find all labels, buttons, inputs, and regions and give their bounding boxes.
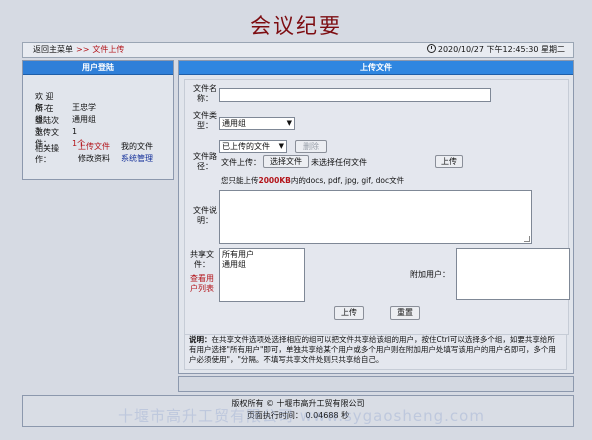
filename-input[interactable] [219,88,491,102]
file-upload-label: 文件上传： [221,158,261,167]
upload-form: 文件名称： 文件类型： 通用组 ▼ 已上传的文件 ▼ 删除 文件路径： 文件上传： … [184,79,570,335]
uploaded-files-selected: 已上传的文件 [222,142,270,151]
page-title: 会议纪要 [250,14,342,38]
upload-instructions: 说明：在共享文件选项处选择相应的组可以把文件共享给该组的用户，按住Ctrl可以选… [184,334,567,370]
upload-small-button[interactable]: 上传 [435,155,463,168]
no-file-chosen-text: 未选择任何文件 [311,158,367,167]
top-navigation-bar: 返回主菜单 >> 文件上传 2020/10/27 下午12:45:30 星期二 [22,42,574,58]
choose-file-button[interactable]: 选择文件 [263,155,309,168]
extra-users-label: 附加用户： [410,270,450,279]
limit-prefix: 您只能上传 [221,176,259,185]
user-panel-header: 用户登陆 [23,61,173,75]
description-textarea[interactable] [219,190,532,244]
breadcrumb: 返回主菜单 >> 文件上传 [33,43,124,57]
breadcrumb-current: 文件上传 [92,45,125,54]
my-files-link[interactable]: 我的文件 [121,141,153,152]
uploaded-files-select[interactable]: 已上传的文件 ▼ [219,140,287,153]
system-admin-link[interactable]: 系统管理 [121,153,153,164]
delete-button[interactable]: 删除 [295,140,327,153]
filetype-select[interactable]: 通用组 ▼ [219,117,295,130]
upload-file-panel: 上传文件 文件名称： 文件类型： 通用组 ▼ 已上传的文件 ▼ 删除 文件路径： 文… [178,60,574,374]
datetime-display: 2020/10/27 下午12:45:30 星期二 [426,43,565,57]
filename-label: 文件名称： [193,84,217,103]
note-title: 说明： [189,335,212,344]
status-bar [178,376,574,392]
edit-profile-link[interactable]: 修改资料 [78,153,110,164]
note-text: 在共享文件选项处选择相应的组可以把文件共享给该组的用户，按住Ctrl可以选择多个… [189,335,556,364]
filetype-selected: 通用组 [222,119,246,128]
clock-icon [426,44,436,53]
description-label: 文件说明： [193,206,217,225]
share-option-general-group[interactable]: 通用组 [222,260,302,270]
share-groups-listbox[interactable]: 所有用户 通用组 [219,248,305,302]
chevron-down-icon: ▼ [286,119,292,127]
extra-users-textarea[interactable] [456,248,570,300]
user-login-panel: 用户登陆 欢 迎 您： 王忠学 所 在 组： 通用组 登陆次数： 1 上传文件： 1个 … [22,60,174,180]
share-label: 共享文件： [190,250,214,269]
chevron-down-icon: ▼ [278,142,284,150]
upload-file-link[interactable]: 上传文件 [78,141,110,152]
filepath-label: 文件路径： [193,152,217,171]
resize-handle-icon[interactable] [524,236,530,242]
site-watermark: 十堰市高升工贸有限公司 www.sygaosheng.com [118,407,485,425]
actions-row: 相关操作： [35,143,72,165]
filetype-label: 文件类型： [193,111,217,130]
reset-button[interactable]: 重置 [390,306,420,320]
breadcrumb-separator: >> [76,45,90,54]
view-user-list-link[interactable]: 查看用户列表 [188,274,216,294]
share-option-all-users[interactable]: 所有用户 [222,250,302,260]
submit-upload-button[interactable]: 上传 [334,306,364,320]
upload-limit-text: 您只能上传2000KB内的docs, pdf, jpg, gif, doc文件 [221,175,404,186]
actions-label: 相关操作： [35,144,59,164]
upload-panel-header: 上传文件 [179,61,573,75]
datetime-text: 2020/10/27 下午12:45:30 星期二 [437,45,565,54]
limit-size: 2000KB [258,176,291,185]
limit-suffix: 内的docs, pdf, jpg, gif, doc文件 [290,176,405,185]
back-to-menu-link[interactable]: 返回主菜单 [33,45,73,54]
